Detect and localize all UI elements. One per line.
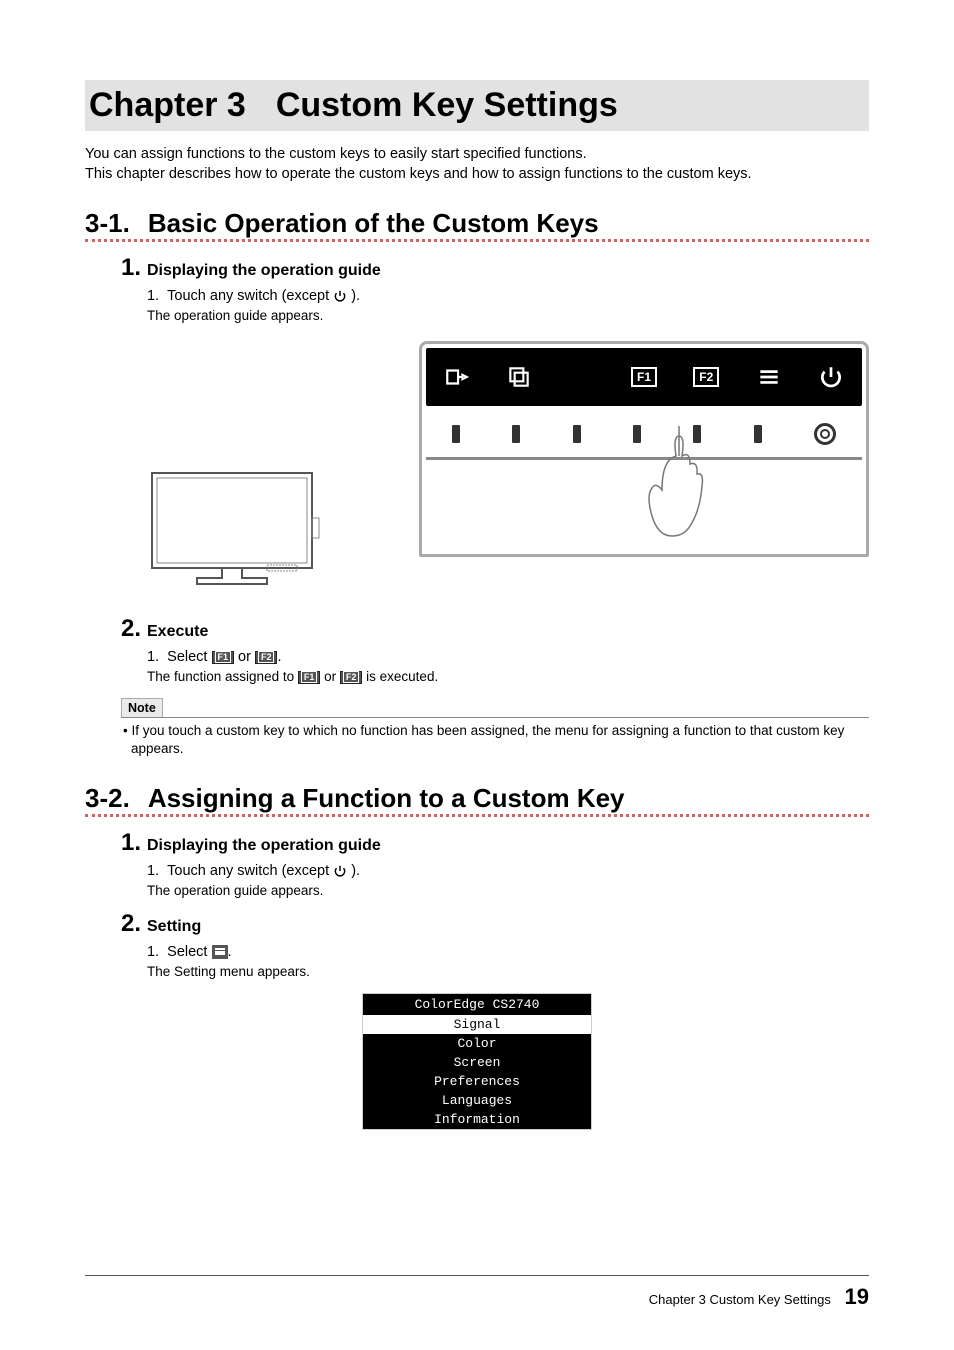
power-icon bbox=[333, 289, 347, 303]
f2-key-icon: F2 bbox=[340, 671, 363, 684]
osd-power-switch bbox=[814, 423, 836, 445]
menu-item: Color bbox=[363, 1034, 591, 1053]
menu-icon bbox=[756, 364, 782, 390]
note-text: • If you touch a custom key to which no … bbox=[121, 722, 869, 758]
section-num: 3-2. bbox=[85, 783, 130, 814]
power-icon bbox=[818, 364, 844, 390]
chapter-name: Custom Key Settings bbox=[276, 86, 618, 124]
chapter-number: Chapter 3 bbox=[89, 86, 246, 124]
s1-step2-sub: 1. Select F1 or F2. bbox=[147, 649, 869, 665]
f1-key-icon: F1 bbox=[212, 651, 235, 664]
page-footer: Chapter 3 Custom Key Settings 19 bbox=[85, 1275, 869, 1310]
f2-key-icon: F2 bbox=[255, 651, 278, 664]
section-num: 3-1. bbox=[85, 208, 130, 239]
section-3-1-head: 3-1. Basic Operation of the Custom Keys bbox=[85, 208, 869, 242]
s1-step-1: 1. Displaying the operation guide bbox=[121, 254, 869, 282]
menu-selected: Signal bbox=[363, 1015, 591, 1034]
signal-icon bbox=[444, 364, 470, 390]
s2-step1-result: The operation guide appears. bbox=[147, 883, 869, 898]
osd-icon-row: F1 F2 bbox=[426, 348, 862, 406]
s1-step1-result: The operation guide appears. bbox=[147, 308, 869, 323]
intro-line-2: This chapter describes how to operate th… bbox=[85, 165, 869, 185]
menu-item: Languages bbox=[363, 1091, 591, 1110]
s2-step-1: 1. Displaying the operation guide bbox=[121, 829, 869, 857]
menu-item: Screen bbox=[363, 1053, 591, 1072]
s2-step2-sub: 1. Select . bbox=[147, 944, 869, 960]
osd-switch bbox=[754, 425, 762, 443]
footer-chapter: Chapter 3 Custom Key Settings bbox=[649, 1292, 831, 1307]
osd-panel: F1 F2 bbox=[419, 341, 869, 557]
s2-step2-result: The Setting menu appears. bbox=[147, 964, 869, 979]
note-block: Note • If you touch a custom key to whic… bbox=[121, 698, 869, 758]
menu-icon bbox=[212, 945, 228, 959]
f2-icon: F2 bbox=[693, 367, 719, 387]
osd-switch bbox=[512, 425, 520, 443]
step-title: Displaying the operation guide bbox=[147, 837, 381, 855]
step-title: Setting bbox=[147, 918, 201, 936]
chapter-title: Chapter 3 Custom Key Settings bbox=[85, 80, 869, 131]
hand-pointer-icon bbox=[644, 426, 714, 546]
setting-menu: ColorEdge CS2740 Signal Color Screen Pre… bbox=[362, 993, 592, 1130]
osd-switch bbox=[633, 425, 641, 443]
osd-switch bbox=[452, 425, 460, 443]
f1-key-icon: F1 bbox=[298, 671, 321, 684]
s1-step2-result: The function assigned to F1 or F2 is exe… bbox=[147, 669, 869, 684]
step-title: Execute bbox=[147, 623, 208, 641]
power-icon bbox=[333, 864, 347, 878]
menu-title: ColorEdge CS2740 bbox=[363, 994, 591, 1015]
note-label: Note bbox=[121, 698, 163, 717]
figure-operation-guide: F1 F2 bbox=[147, 341, 869, 603]
s1-step1-sub: 1. Touch any switch (except ). bbox=[147, 288, 869, 304]
page-number: 19 bbox=[845, 1284, 869, 1309]
section-3-2-head: 3-2. Assigning a Function to a Custom Key bbox=[85, 783, 869, 817]
section-title: Assigning a Function to a Custom Key bbox=[148, 783, 625, 814]
step-title: Displaying the operation guide bbox=[147, 262, 381, 280]
osd-switch bbox=[573, 425, 581, 443]
f1-icon: F1 bbox=[631, 367, 657, 387]
monitor-illustration bbox=[147, 468, 337, 593]
window-icon bbox=[506, 364, 532, 390]
menu-item: Information bbox=[363, 1110, 591, 1129]
s2-step-2: 2. Setting bbox=[121, 910, 869, 938]
section-title: Basic Operation of the Custom Keys bbox=[148, 208, 599, 239]
s1-step-2: 2. Execute bbox=[121, 615, 869, 643]
intro-line-1: You can assign functions to the custom k… bbox=[85, 145, 869, 165]
menu-item: Preferences bbox=[363, 1072, 591, 1091]
s2-step1-sub: 1. Touch any switch (except ). bbox=[147, 863, 869, 879]
